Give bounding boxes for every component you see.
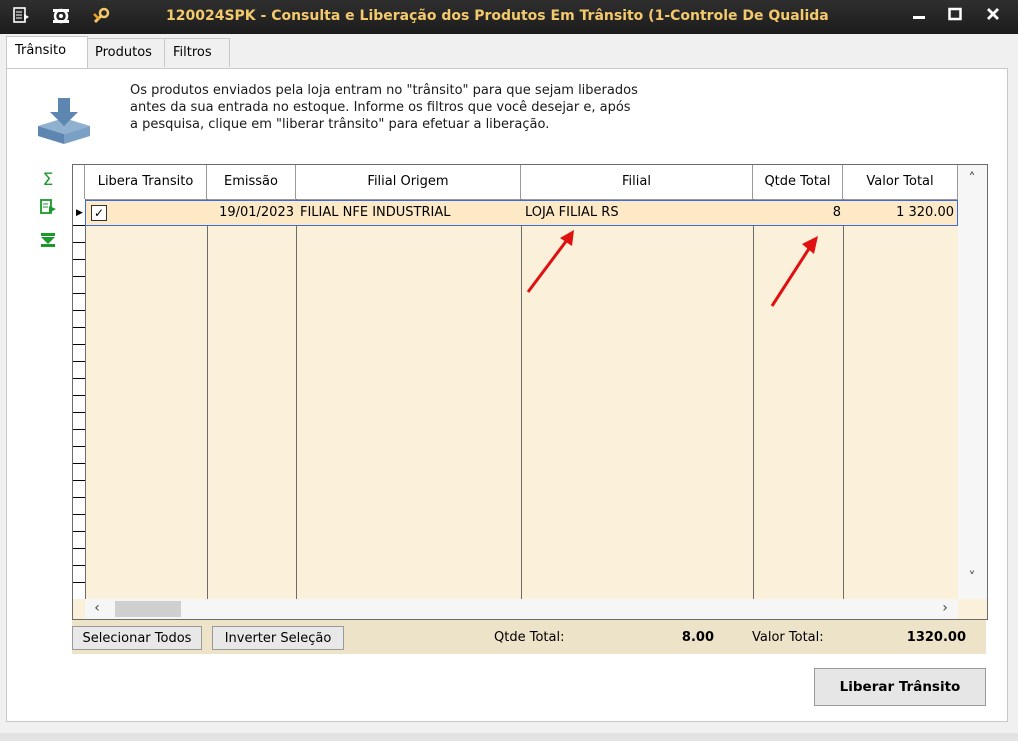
scroll-right-icon[interactable]: ›	[935, 600, 955, 616]
qtde-total-label: Qtde Total:	[494, 630, 565, 645]
tab-filtros[interactable]: Filtros	[164, 38, 230, 67]
row-separator	[73, 225, 85, 226]
annotation-arrow	[526, 230, 574, 293]
row-separator	[73, 480, 85, 481]
invert-selection-button[interactable]: Inverter Seleção	[212, 626, 344, 650]
row-separator	[73, 412, 85, 413]
cell-filial: LOJA FILIAL RS	[525, 205, 619, 220]
header-filial[interactable]: Filial	[521, 165, 753, 199]
qtde-total-value: 8.00	[681, 630, 714, 645]
row-separator	[73, 582, 85, 583]
grid-header: Libera Transito Emissão Filial Origem Fi…	[73, 165, 987, 200]
maximize-button[interactable]	[942, 5, 968, 27]
row-separator	[73, 378, 85, 379]
current-row-marker-icon: ▶	[76, 208, 83, 218]
row-separator	[73, 276, 85, 277]
header-indicator	[73, 165, 85, 199]
select-all-button[interactable]: Selecionar Todos	[72, 626, 202, 650]
row-separator	[73, 259, 85, 260]
collapse-icon[interactable]	[38, 232, 58, 252]
row-separator	[73, 446, 85, 447]
scroll-thumb[interactable]	[115, 601, 181, 617]
menu-icon[interactable]	[10, 6, 32, 28]
header-filial-origem[interactable]: Filial Origem	[296, 165, 521, 199]
row-separator	[73, 361, 85, 362]
settings-icon[interactable]	[50, 6, 72, 28]
row-separator	[73, 293, 85, 294]
row-separator	[73, 497, 85, 498]
close-button[interactable]	[980, 5, 1006, 27]
row-separator	[73, 463, 85, 464]
row-separator	[73, 514, 85, 515]
libera-checkbox[interactable]: ✓	[91, 205, 107, 221]
row-separator	[73, 327, 85, 328]
column-divider	[753, 199, 754, 599]
cell-filial-origem: FILIAL NFE INDUSTRIAL	[300, 205, 451, 220]
row-separator	[73, 344, 85, 345]
row-separator	[73, 242, 85, 243]
cell-libera[interactable]: ✓	[86, 201, 208, 225]
vertical-scrollbar[interactable]: ˄ ˅	[958, 165, 987, 599]
help-line: antes da sua entrada no estoque. Informe…	[130, 100, 631, 115]
window-bottom-edge	[0, 733, 1018, 741]
window-title: 120024SPK - Consulta e Liberação dos Pro…	[166, 8, 829, 24]
cell-valor-total: 1 320.00	[896, 205, 954, 220]
cell-emissao: 19/01/2023	[219, 205, 294, 220]
help-line: Os produtos enviados pela loja entram no…	[130, 83, 638, 98]
column-divider	[296, 199, 297, 599]
valor-total-value: 1320.00	[906, 630, 966, 645]
minimize-button[interactable]	[906, 5, 932, 27]
column-divider	[843, 199, 844, 599]
tab-produtos[interactable]: Produtos	[86, 38, 172, 67]
table-row[interactable]: ✓ 19/01/2023 FILIAL NFE INDUSTRIAL LOJA …	[85, 200, 958, 226]
scroll-left-icon[interactable]: ‹	[87, 600, 107, 616]
row-separator	[73, 395, 85, 396]
scroll-up-icon[interactable]: ˄	[962, 171, 982, 187]
row-separator	[73, 531, 85, 532]
row-separator	[73, 310, 85, 311]
header-qtde-total[interactable]: Qtde Total	[753, 165, 843, 199]
row-separator	[73, 565, 85, 566]
tab-transito[interactable]: Trânsito	[6, 36, 88, 68]
cell-qtde-total: 8	[832, 205, 841, 220]
header-valor-total[interactable]: Valor Total	[843, 165, 958, 199]
liberar-transito-button[interactable]: Liberar Trânsito	[814, 668, 986, 706]
help-text: Os produtos enviados pela loja entram no…	[130, 82, 730, 133]
horizontal-scrollbar[interactable]: ‹ ›	[85, 599, 958, 619]
row-separator	[73, 429, 85, 430]
sum-icon[interactable]: Σ	[38, 170, 58, 190]
annotation-arrow	[770, 236, 818, 307]
column-divider	[207, 199, 208, 599]
title-bar: 120024SPK - Consulta e Liberação dos Pro…	[0, 0, 1018, 34]
header-emissao[interactable]: Emissão	[207, 165, 296, 199]
header-libera-transito[interactable]: Libera Transito	[85, 165, 207, 199]
valor-total-label: Valor Total:	[752, 630, 824, 645]
scroll-down-icon[interactable]: ˅	[962, 570, 982, 586]
help-line: a pesquisa, clique em "liberar trânsito"…	[130, 117, 550, 132]
download-box-icon	[34, 96, 94, 146]
tools-icon[interactable]	[90, 6, 112, 28]
row-separator	[73, 548, 85, 549]
export-icon[interactable]	[38, 198, 58, 218]
